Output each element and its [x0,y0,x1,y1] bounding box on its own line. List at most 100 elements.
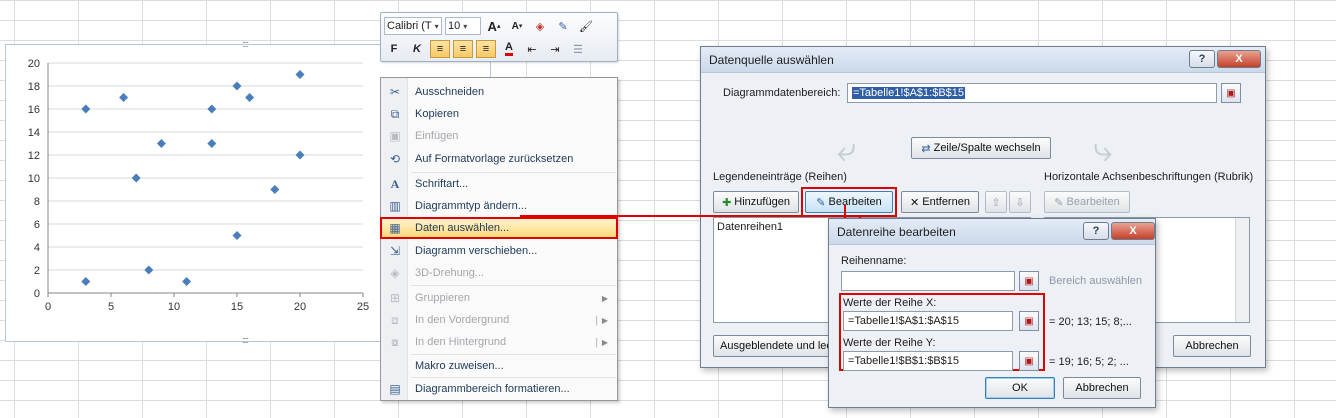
y-values-range-button[interactable]: ▣ [1019,351,1039,371]
series-name-input[interactable] [841,271,1015,291]
edit-icon: ✎ [1054,196,1064,209]
select-data-icon: ▦ [389,221,401,235]
bullets-button[interactable]: ☰ [568,40,588,58]
menu-item-ausschneiden[interactable]: ✂ Ausschneiden [382,81,616,103]
data-point [245,93,255,102]
font-name-value: Calibri (T [387,20,432,32]
grow-font-button[interactable]: A ▴ [484,17,504,35]
menu-item-label: In den Hintergrund [415,336,507,348]
ok-button[interactable]: OK [985,377,1055,399]
move-down-button[interactable]: ⇩ [1009,191,1031,213]
datasource-cancel-button[interactable]: Abbrechen [1173,335,1251,357]
menu-item-diagramm-verschieben[interactable]: ⇲ Diagramm verschieben... [382,240,616,262]
select-range-hint: Bereich auswählen [1049,275,1142,287]
decrease-indent-button[interactable]: ⇤ [522,40,542,58]
hidden-cells-button[interactable]: Ausgeblendete und lee [713,335,843,357]
annotation-arrow-line [520,215,846,217]
format-painter-button[interactable]: 🖌 [576,17,596,35]
outline-color-button[interactable]: ✎ [553,17,573,35]
menu-item-daten-auswaehlen[interactable]: ▦ Daten auswählen... [380,217,618,239]
hidden-cells-label: Ausgeblendete und lee [720,340,833,352]
menu-item-formatvorlage[interactable]: ⟲ Auf Formatvorlage zurücksetzen [382,148,616,170]
x-tick-label: 0 [45,301,51,313]
data-point [207,104,217,114]
font-color-button[interactable]: A [499,40,519,58]
align-left-icon: ≡ [436,43,444,55]
move-chart-icon: ⇲ [389,244,401,258]
align-right-icon: ≡ [482,43,490,55]
font-name-combo[interactable]: Calibri (T ▾ [384,17,442,35]
edit-cancel-button[interactable]: Abbrechen [1063,377,1141,399]
y-tick-label: 14 [28,127,40,139]
scissors-icon: ✂ [389,85,401,99]
range-value: =Tabelle1!$A$1:$B$15 [852,87,966,99]
bullet-list-icon: ☰ [573,43,583,56]
rotation-3d-icon: ◈ [390,266,400,280]
chart-type-icon: ▥ [389,199,401,213]
axis-labels-label: Horizontale Achsenbeschriftungen (Rubrik… [1044,171,1254,183]
menu-item-label: Kopieren [415,108,460,120]
x-values-input[interactable]: =Tabelle1!$A$1:$A$15 [843,311,1013,331]
ok-label: OK [1012,382,1028,394]
y-tick-label: 4 [34,242,40,254]
align-left-button[interactable]: ≡ [430,40,450,58]
range-collapse-button[interactable]: ▣ [1221,83,1241,103]
help-button[interactable]: ? [1083,222,1109,240]
submenu-arrow-icon: │ ▶ [594,315,608,325]
edit-icon: ✎ [816,196,826,209]
close-button[interactable]: X [1111,222,1155,240]
cancel-label: Abbrechen [1185,340,1239,352]
switch-row-column-button[interactable]: ⇄ Zeile/Spalte wechseln [911,137,1051,159]
switch-label: Zeile/Spalte wechseln [933,142,1041,154]
close-button[interactable]: X [1217,50,1261,68]
font-size-value: 10 [448,20,461,32]
data-point [207,139,217,148]
axis-edit-button[interactable]: ✎ Bearbeiten [1044,191,1130,213]
fill-color-button[interactable]: ◈ [530,17,550,35]
remove-series-button[interactable]: ✕ Entfernen [901,191,979,213]
shrink-font-button[interactable]: A ▾ [507,17,527,35]
menu-item-diagrammtyp[interactable]: ▥ Diagrammtyp ändern... [382,195,616,217]
series-name-label: Reihenname: [841,255,907,267]
context-menu: ✂ Ausschneiden ⧉ Kopieren ▣ Einfügen ⟲ Auf F… [380,77,618,401]
help-button[interactable]: ? [1189,50,1215,68]
menu-item-gruppieren[interactable]: ⊞ Gruppieren ▶ [382,287,616,309]
add-series-button[interactable]: ✚ Hinzufügen [713,191,799,213]
font-color-icon: A [505,42,513,56]
menu-item-makro[interactable]: Makro zuweisen... [382,355,616,377]
menu-item-vordergrund[interactable]: ⧈ In den Vordergrund │ ▶ [382,309,616,331]
format-area-icon: ▤ [389,382,401,396]
y-values-input[interactable]: =Tabelle1!$B$1:$B$15 [843,351,1013,371]
menu-item-hintergrund[interactable]: ⧇ In den Hintergrund │ ▶ [382,331,616,353]
menu-item-label: In den Vordergrund [415,314,510,326]
edit-label: Bearbeiten [828,196,882,208]
align-right-button[interactable]: ≡ [476,40,496,58]
scrollbar[interactable] [1235,218,1249,322]
bold-button[interactable]: F [384,40,404,58]
menu-item-3d-drehung[interactable]: ◈ 3D-Drehung... [382,262,616,284]
edit-series-button[interactable]: ✎ Bearbeiten [805,191,893,213]
font-size-combo[interactable]: 10 ▾ [445,17,481,35]
x-tick-label: 10 [168,301,180,313]
align-center-icon: ≡ [459,43,467,55]
data-point [295,70,305,79]
range-input[interactable]: =Tabelle1!$A$1:$B$15 [847,83,1217,103]
menu-item-label: Auf Formatvorlage zurücksetzen [415,153,574,165]
menu-item-kopieren[interactable]: ⧉ Kopieren [382,103,616,125]
menu-item-schriftart[interactable]: A Schriftart... [382,173,616,195]
axis-edit-label: Bearbeiten [1066,196,1120,208]
x-values-range-button[interactable]: ▣ [1019,311,1039,331]
arrow-down-icon: ⇩ [1015,196,1025,209]
italic-button[interactable]: K [407,40,427,58]
bring-front-icon: ⧈ [391,312,399,327]
series-name-range-button[interactable]: ▣ [1019,271,1039,291]
y-tick-label: 20 [28,58,40,70]
move-up-button[interactable]: ⇧ [985,191,1007,213]
series-list-item[interactable]: Datenreihen1 [717,221,783,233]
data-point [232,231,242,240]
increase-indent-button[interactable]: ⇥ [545,40,565,58]
align-center-button[interactable]: ≡ [453,40,473,58]
range-select-icon: ▣ [1024,355,1034,367]
menu-item-diagrammbereich[interactable]: ▤ Diagrammbereich formatieren... [382,378,616,400]
menu-item-einfuegen[interactable]: ▣ Einfügen [382,125,616,147]
